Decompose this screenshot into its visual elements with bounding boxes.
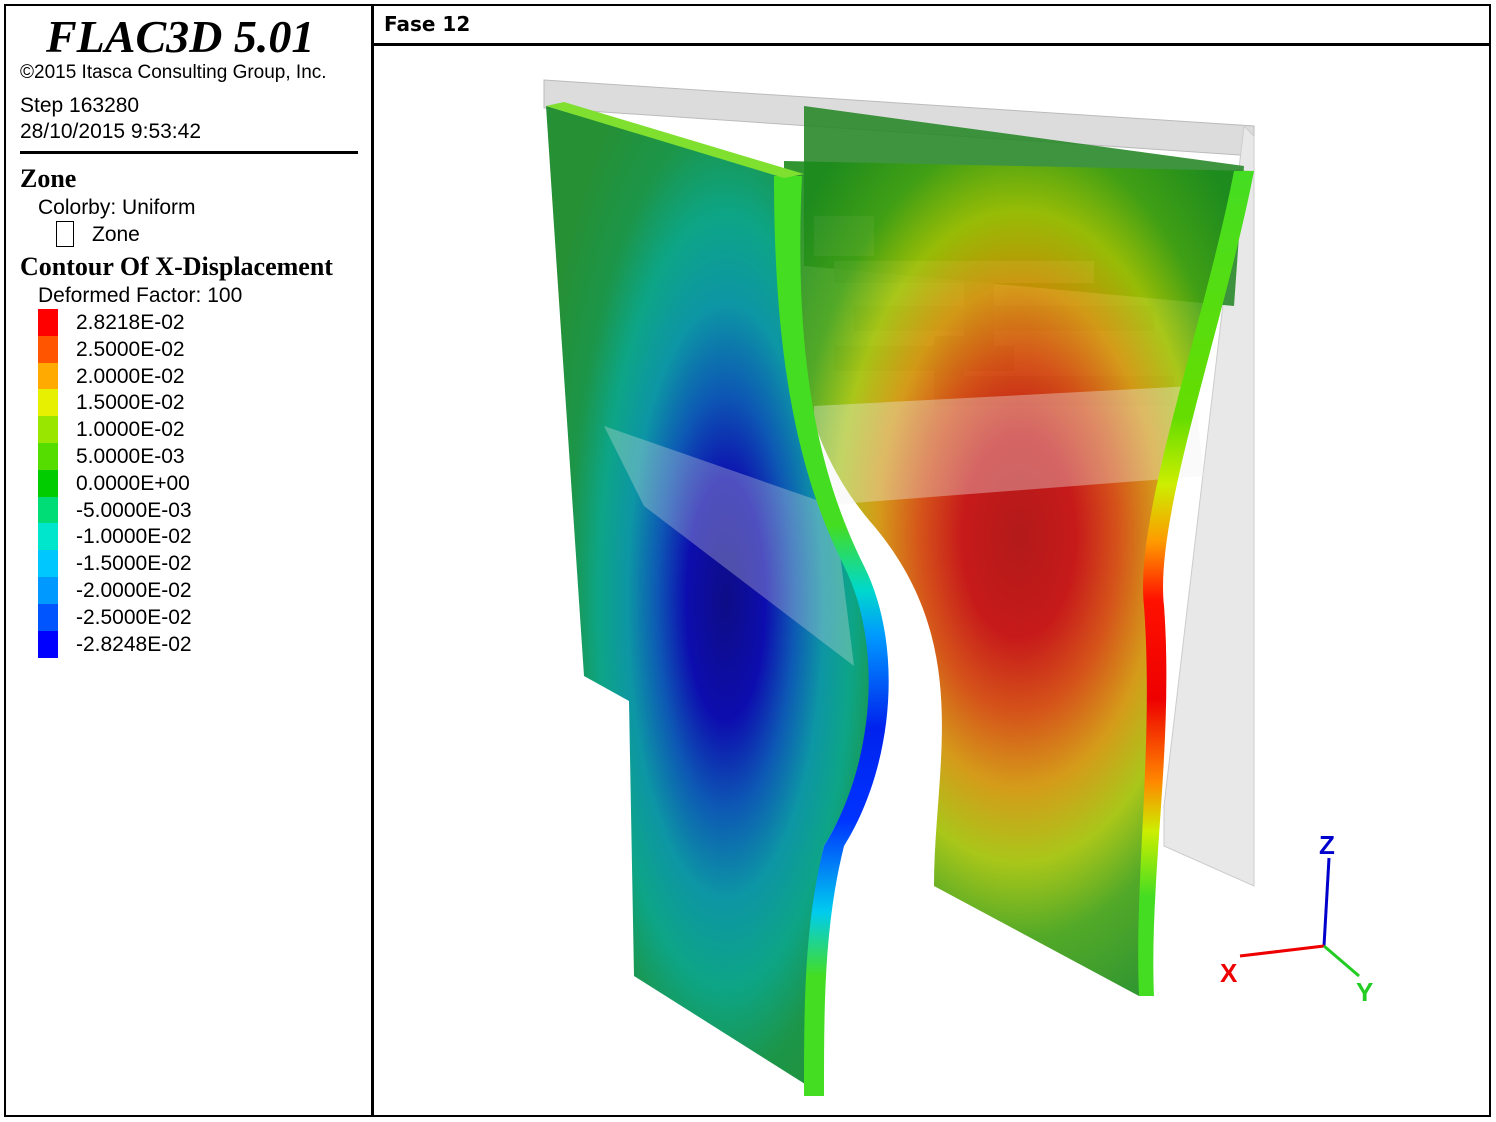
scale-swatch	[38, 443, 58, 470]
scale-swatch	[38, 577, 58, 604]
view-title: Fase 12	[384, 12, 471, 36]
axis-y-label: Y	[1356, 977, 1373, 1007]
scale-label: -2.8248E-02	[76, 632, 192, 656]
scale-swatch	[38, 389, 58, 417]
scale-row: -1.5000E-02	[38, 550, 358, 578]
scale-row: 2.0000E-02	[38, 362, 358, 390]
legend-panel: FLAC3D 5.01 ©2015 Itasca Consulting Grou…	[6, 6, 374, 1115]
timestamp: 28/10/2015 9:53:42	[20, 120, 202, 143]
scale-row: 5.0000E-03	[38, 443, 358, 470]
scale-row: -2.5000E-02	[38, 603, 358, 631]
contour-section-title: Contour Of X-Displacement	[20, 252, 333, 281]
scale-label: -2.0000E-02	[76, 579, 192, 602]
zone-item-label: Zone	[92, 223, 140, 246]
axis-z-line	[1322, 857, 1331, 947]
step-counter: Step 163280	[20, 94, 140, 117]
scale-label: 2.0000E-02	[76, 364, 185, 388]
model-viewport[interactable]: Fase 12 Z X Y	[374, 6, 1489, 1115]
app-title: FLAC3D 5.01	[46, 11, 315, 62]
scale-swatch	[38, 309, 58, 336]
plot-frame: FLAC3D 5.01 ©2015 Itasca Consulting Grou…	[4, 4, 1491, 1117]
scale-swatch	[38, 362, 58, 390]
scale-swatch	[38, 469, 58, 497]
scale-label: -1.0000E-02	[76, 525, 192, 549]
scale-row: 2.8218E-02	[38, 309, 358, 336]
scale-swatch	[38, 523, 58, 551]
scale-label: 1.5000E-02	[76, 391, 185, 415]
axis-x-line	[1239, 944, 1325, 958]
scale-row: 1.5000E-02	[38, 389, 358, 417]
scale-row: 0.0000E+00	[38, 469, 358, 497]
axis-y-line	[1323, 944, 1360, 978]
scale-swatch	[38, 335, 58, 363]
scale-swatch	[38, 496, 58, 524]
scale-label: 2.5000E-02	[76, 337, 185, 361]
copyright-text: ©2015 Itasca Consulting Group, Inc.	[20, 62, 327, 83]
colorby-text: Colorby: Uniform	[38, 196, 196, 219]
scale-row: -1.0000E-02	[38, 523, 358, 551]
scale-label: 0.0000E+00	[76, 471, 190, 495]
model-render[interactable]: Z X Y	[374, 46, 1489, 1115]
scale-row: -5.0000E-03	[38, 496, 358, 524]
scale-swatch	[38, 416, 58, 444]
scale-row: -2.8248E-02	[38, 630, 358, 658]
scale-swatch	[38, 603, 58, 631]
legend-divider	[20, 151, 358, 154]
scale-label: -5.0000E-03	[76, 498, 192, 522]
axis-x-label: X	[1220, 958, 1238, 988]
scale-label: 2.8218E-02	[76, 311, 185, 334]
scale-label: -1.5000E-02	[76, 552, 192, 576]
scale-row: 1.0000E-02	[38, 416, 358, 444]
scale-label: 5.0000E-03	[76, 445, 185, 468]
deformed-factor-text: Deformed Factor: 100	[38, 284, 243, 307]
zone-section-title: Zone	[20, 164, 77, 193]
scale-swatch	[38, 630, 58, 658]
axis-z-label: Z	[1319, 830, 1335, 860]
scale-swatch	[38, 550, 58, 578]
scale-row: -2.0000E-02	[38, 577, 358, 604]
scale-row: 2.5000E-02	[38, 335, 358, 363]
scale-label: -2.5000E-02	[76, 605, 192, 629]
zone-swatch	[56, 221, 74, 247]
scale-label: 1.0000E-02	[76, 418, 185, 442]
view-header: Fase 12	[374, 6, 1489, 46]
